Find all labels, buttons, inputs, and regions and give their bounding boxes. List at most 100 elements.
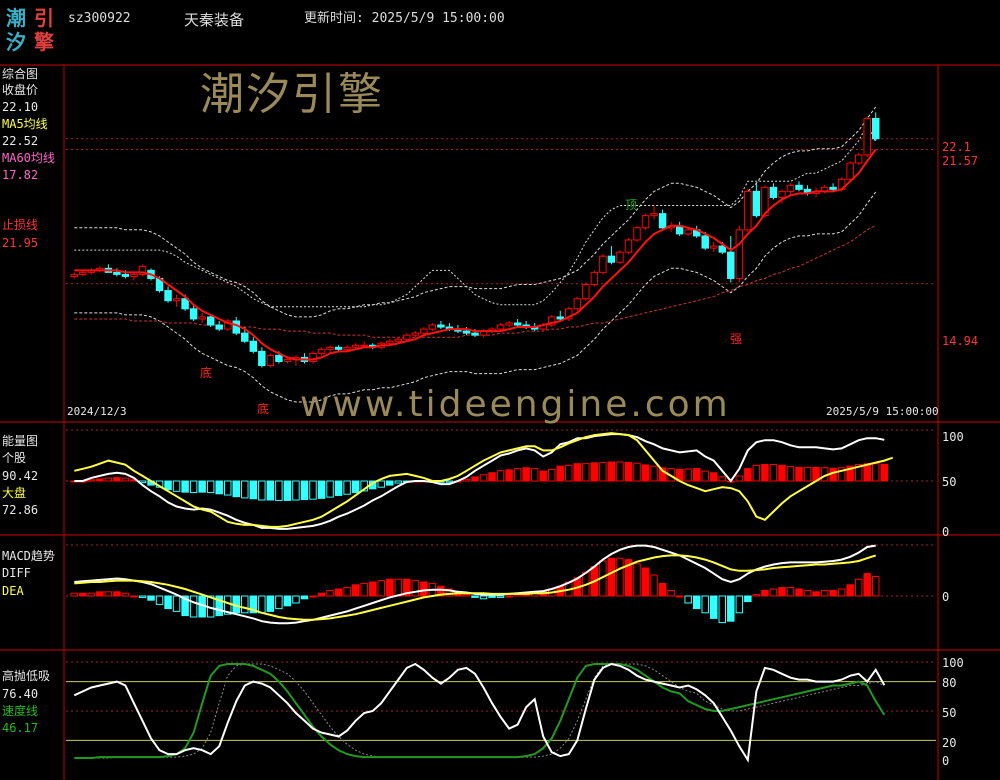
energy-bar <box>394 480 403 484</box>
energy-bar <box>283 480 292 501</box>
candle-body <box>496 324 505 330</box>
energy-bar <box>641 464 650 482</box>
energy-bar <box>385 480 394 486</box>
energy-bar <box>709 472 718 482</box>
energy-bar <box>599 461 607 482</box>
energy-bar <box>539 470 547 482</box>
macd-bar <box>744 595 752 603</box>
macd-bar <box>155 595 164 605</box>
candle-body <box>241 332 249 342</box>
stop-label: 止损线 <box>2 218 39 232</box>
energy-bar <box>343 480 351 495</box>
macd-bar <box>692 595 701 610</box>
macd-bar <box>283 595 292 607</box>
candle-body <box>283 358 292 362</box>
candle-body <box>573 298 582 310</box>
candle-body <box>718 245 727 253</box>
lower-channel-line <box>74 191 877 403</box>
macd-title: MACD趋势 <box>2 549 55 563</box>
macd-bar <box>189 595 198 618</box>
energy-title: 能量图 <box>2 434 39 448</box>
energy-bar <box>761 463 769 482</box>
macd-bar <box>462 594 471 597</box>
energy-market-label: 大盘 <box>2 486 27 500</box>
macd-bar <box>172 595 181 612</box>
price-level-2: 21.57 <box>942 154 979 168</box>
macd-bar <box>334 588 343 597</box>
energy-bar <box>624 461 633 482</box>
energy-bar <box>121 477 130 482</box>
energy-bar <box>462 478 471 482</box>
energy-bar <box>582 463 590 482</box>
ma60-line <box>74 224 876 338</box>
macd-bar <box>113 591 121 597</box>
macd-bar <box>650 574 658 597</box>
macd-bar <box>795 588 803 597</box>
macd-bar <box>317 592 326 597</box>
macd-bar <box>761 589 769 597</box>
watermark-brand: 潮汐引擎 <box>200 69 384 120</box>
energy-bar <box>87 479 96 482</box>
macd-bar <box>667 589 675 597</box>
macd-bar <box>70 592 79 597</box>
energy-bar <box>113 477 121 482</box>
energy-bar <box>786 466 795 482</box>
energy-bar <box>692 468 701 482</box>
macd-bar <box>778 587 786 597</box>
candle-body <box>854 154 863 164</box>
energy-bar <box>292 480 300 501</box>
candle-body <box>871 117 880 140</box>
macd-bar <box>488 595 496 598</box>
macd-bar <box>752 594 761 597</box>
energy-axis-100: 100 <box>942 430 964 444</box>
macd-bar <box>292 595 300 604</box>
energy-bar <box>505 469 513 482</box>
energy-bar <box>744 468 752 482</box>
macd-bar <box>479 595 488 600</box>
candle-body <box>684 229 692 235</box>
energy-bar <box>778 464 786 482</box>
macd-bar <box>812 591 820 597</box>
energy-bar <box>275 480 283 501</box>
highlow-axis-20: 20 <box>942 736 957 750</box>
candle-body <box>403 334 411 340</box>
watermark-url: www.tideengine.com <box>300 384 731 425</box>
macd-bar <box>718 595 727 624</box>
energy-bar <box>488 472 496 482</box>
candle-body <box>863 117 871 156</box>
macd-bar <box>87 592 96 597</box>
macd-bar <box>377 580 385 597</box>
mark-bottom-1: 底 <box>200 366 213 380</box>
energy-bar <box>445 480 454 483</box>
macd-bar <box>863 573 871 597</box>
stop-value: 21.95 <box>2 236 39 250</box>
energy-bar <box>513 468 522 482</box>
energy-bar <box>880 463 889 482</box>
mark-top: 顶 <box>625 198 638 212</box>
macd-bar <box>96 591 104 597</box>
macd-bar <box>368 581 377 597</box>
highlow-line <box>73 662 886 763</box>
macd-bar <box>829 589 837 597</box>
macd-bar <box>675 595 684 598</box>
macd-bar <box>121 592 130 597</box>
candle-body <box>735 229 744 279</box>
energy-stock-value: 90.42 <box>2 469 39 483</box>
ma60-value: 17.82 <box>2 168 39 182</box>
candle-body <box>113 271 121 275</box>
energy-bar <box>249 480 258 500</box>
energy-axis-50: 50 <box>942 475 957 489</box>
macd-bar <box>300 595 309 600</box>
candle-body <box>752 190 761 217</box>
price-level-3: 14.94 <box>942 334 979 348</box>
candle-body <box>164 290 172 302</box>
energy-bar <box>530 468 539 482</box>
macd-bar <box>104 591 113 597</box>
energy-bar <box>650 465 658 482</box>
highlow-axis-80: 80 <box>942 676 957 690</box>
candle-body <box>343 346 351 350</box>
macd-bar <box>147 595 155 601</box>
main-title: 综合图 <box>2 67 39 81</box>
close-value: 22.10 <box>2 100 39 114</box>
energy-bar <box>769 463 778 482</box>
